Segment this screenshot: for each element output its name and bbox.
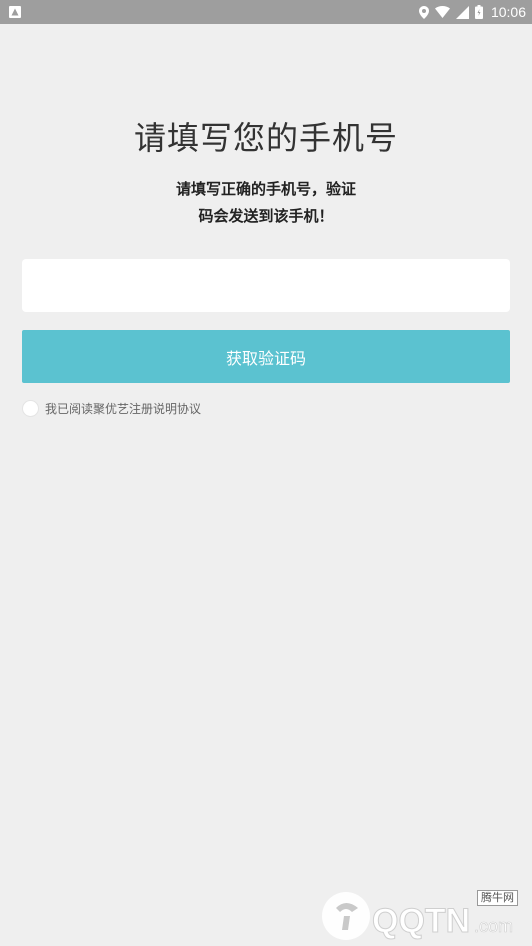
subtitle-line-2: 码会发送到该手机！ <box>198 207 334 225</box>
subtitle-line-1: 请填写正确的手机号，验证 <box>175 180 356 198</box>
watermark-tag: 腾牛网 <box>477 890 518 906</box>
agreement-row[interactable]: 我已阅读聚优艺注册说明协议 <box>22 400 201 417</box>
agreement-label[interactable]: 我已阅读聚优艺注册说明协议 <box>45 400 201 417</box>
notification-icon <box>9 6 21 18</box>
watermark: QQTN .com 腾牛网 <box>314 886 526 942</box>
status-time: 10:06 <box>490 4 526 20</box>
get-code-button[interactable]: 获取验证码 <box>22 330 510 383</box>
location-icon <box>418 5 429 19</box>
agreement-radio[interactable] <box>22 400 39 417</box>
wifi-icon <box>434 6 450 18</box>
battery-icon <box>474 5 483 19</box>
phone-input[interactable] <box>22 259 510 312</box>
watermark-domain-text: .com <box>474 916 513 936</box>
watermark-logo-text: QQTN <box>372 902 470 940</box>
signal-icon <box>455 5 469 19</box>
screen: 10:06 请填写您的手机号 请填写正确的手机号，验证 码会发送到该手机！ 获取… <box>0 0 532 946</box>
page-title: 请填写您的手机号 <box>133 119 398 157</box>
status-bar: 10:06 <box>0 0 532 24</box>
